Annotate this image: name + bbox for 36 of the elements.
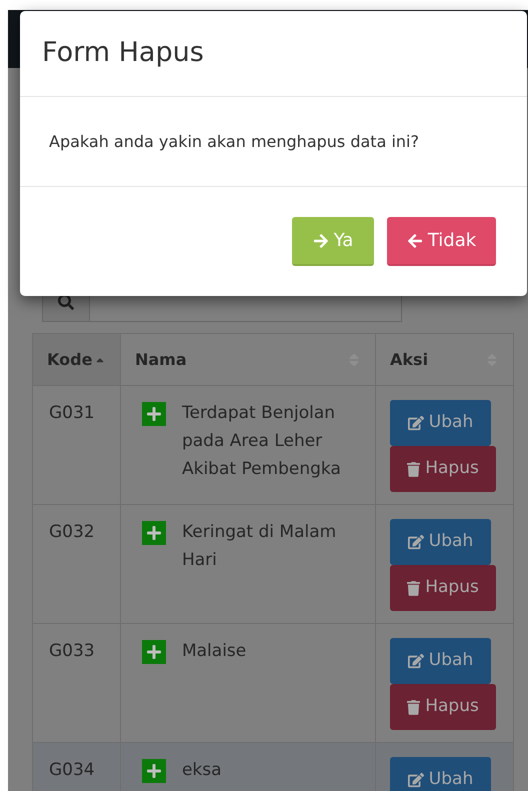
delete-button[interactable]: Hapus bbox=[390, 565, 496, 611]
table-cell-text: eksa bbox=[182, 759, 222, 782]
plus-icon bbox=[142, 402, 166, 426]
confirm-button[interactable]: Ya bbox=[292, 217, 374, 266]
edit-icon bbox=[408, 534, 424, 550]
edit-button[interactable]: Ubah bbox=[390, 757, 492, 791]
table-cell-text: Terdapat Benjolan pada Area Leher Akibat Pembengka bbox=[182, 402, 342, 481]
trash-icon bbox=[407, 700, 420, 714]
delete-button[interactable]: Hapus bbox=[390, 684, 496, 730]
cancel-button[interactable]: Tidak bbox=[387, 217, 496, 266]
edit-button[interactable]: Ubah bbox=[390, 400, 492, 446]
arrow-left-icon bbox=[406, 232, 423, 248]
edit-icon bbox=[408, 415, 424, 431]
table-row[interactable]: G033 Malaise Ubah Hapus bbox=[32, 624, 514, 742]
plus-icon bbox=[142, 521, 166, 545]
modal-title: Form Hapus bbox=[42, 36, 204, 70]
plus-icon bbox=[142, 759, 166, 783]
table-row[interactable]: G031 Terdapat Benjolan pada Area Leher Akibat Pembengka Ubah Hapus bbox=[32, 386, 514, 504]
edit-icon bbox=[408, 653, 424, 669]
table-row[interactable]: G034 eksa Ubah bbox=[32, 742, 514, 791]
table-cell-text: Keringat di Malam Hari bbox=[182, 521, 338, 572]
column-header[interactable]: Nama bbox=[120, 334, 376, 386]
table-cell: G034 bbox=[32, 742, 120, 791]
table-row[interactable]: G032 Keringat di Malam Hari Ubah Hapus bbox=[32, 504, 514, 624]
table-cell-text: Malaise bbox=[182, 640, 246, 663]
trash-icon bbox=[407, 580, 420, 596]
trash-icon bbox=[407, 462, 420, 476]
column-header[interactable]: Kode bbox=[32, 334, 120, 386]
modal-message: Apakah anda yakin akan menghapus data ini? bbox=[49, 130, 419, 152]
edit-button[interactable]: Ubah bbox=[390, 519, 492, 565]
arrow-right-icon bbox=[312, 232, 329, 248]
plus-icon bbox=[142, 640, 166, 664]
edit-button[interactable]: Ubah bbox=[390, 638, 492, 684]
edit-icon bbox=[408, 772, 424, 788]
column-header[interactable]: Aksi bbox=[376, 334, 514, 386]
delete-button[interactable]: Hapus bbox=[390, 446, 496, 492]
